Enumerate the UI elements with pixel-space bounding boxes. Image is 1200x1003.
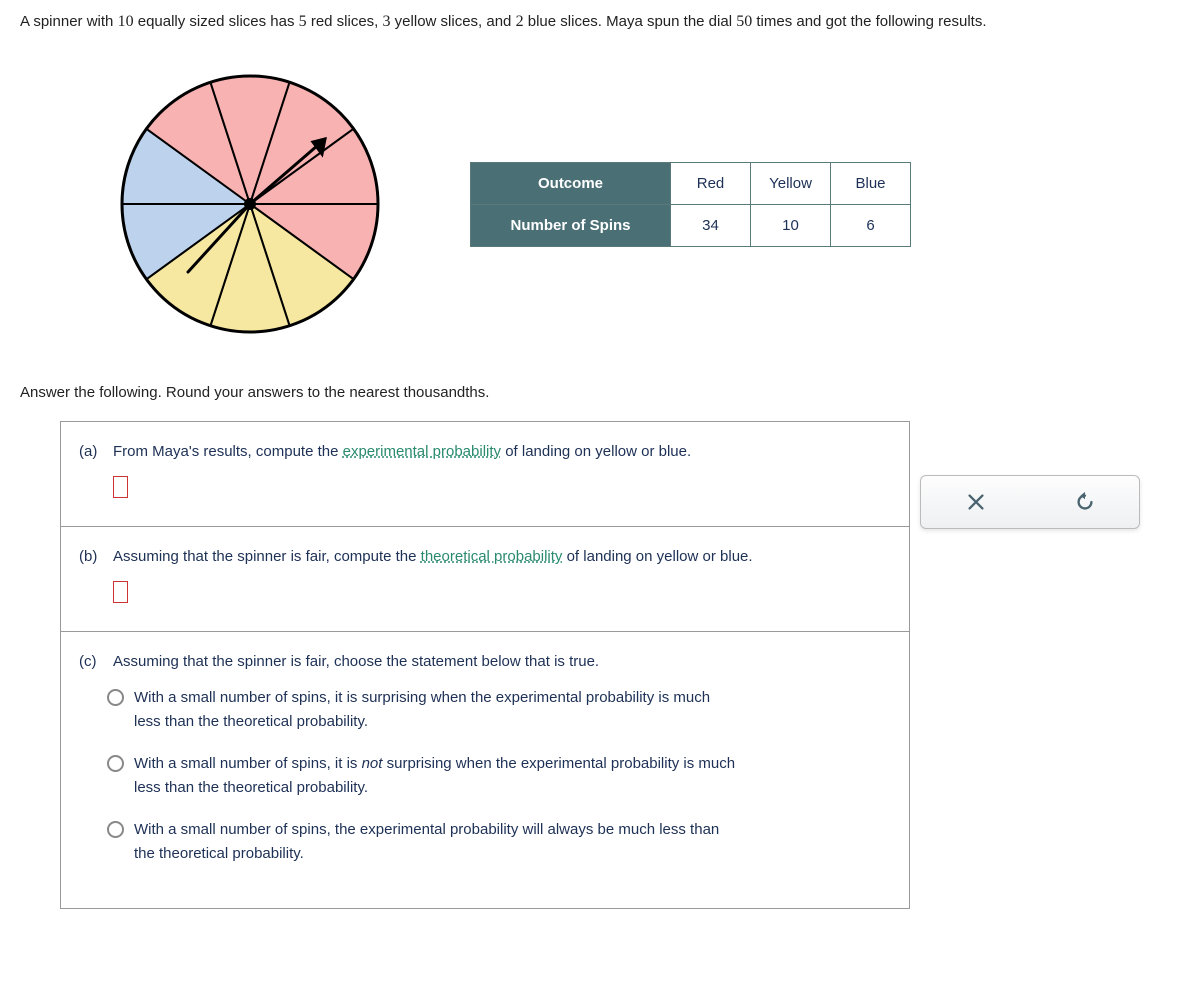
reset-button[interactable] [1065,482,1105,522]
answer-input-a[interactable] [113,476,128,498]
table-row: Outcome Red Yellow Blue [471,162,911,204]
outcome-red: Red [671,162,751,204]
option-3-line1: With a small number of spins, the experi… [134,821,719,838]
part-a: (a) From Maya's results, compute the exp… [61,422,909,527]
radio-icon [107,689,124,706]
close-icon [965,491,987,513]
part-a-text-before: From Maya's results, compute the [113,443,343,460]
part-a-text-after: of landing on yellow or blue. [501,443,691,460]
answer-container: (a) From Maya's results, compute the exp… [60,421,910,909]
part-c-letter: (c) [79,650,105,674]
clear-button[interactable] [956,482,996,522]
theoretical-probability-link[interactable]: theoretical probability [421,548,563,565]
radio-icon [107,821,124,838]
option-2-post: surprising when the experimental probabi… [382,755,735,772]
outcome-header: Outcome [471,162,671,204]
part-b-text-before: Assuming that the spinner is fair, compu… [113,548,421,565]
spins-blue: 6 [831,204,911,246]
problem-statement: A spinner with 10 equally sized slices h… [20,10,1180,34]
option-3-line2: the theoretical probability. [134,845,304,862]
option-1-line1: With a small number of spins, it is surp… [134,689,710,706]
outcome-yellow: Yellow [751,162,831,204]
table-row: Number of Spins 34 10 6 [471,204,911,246]
radio-option-1[interactable]: With a small number of spins, it is surp… [107,686,891,734]
outcome-blue: Blue [831,162,911,204]
part-b-text-after: of landing on yellow or blue. [562,548,752,565]
figure-and-table: Outcome Red Yellow Blue Number of Spins … [110,64,1180,344]
undo-icon [1074,491,1096,513]
results-table: Outcome Red Yellow Blue Number of Spins … [470,162,911,247]
radio-option-3[interactable]: With a small number of spins, the experi… [107,818,891,866]
spinner-svg [110,64,390,344]
part-b-letter: (b) [79,545,105,569]
radio-group-c: With a small number of spins, it is surp… [79,686,891,866]
option-2-line2: less than the theoretical probability. [134,779,368,796]
experimental-probability-link[interactable]: experimental probability [343,443,501,460]
answer-input-b[interactable] [113,581,128,603]
part-b: (b) Assuming that the spinner is fair, c… [61,527,909,632]
spinner-figure [110,64,390,344]
spins-header: Number of Spins [471,204,671,246]
part-c: (c) Assuming that the spinner is fair, c… [61,632,909,908]
spins-yellow: 10 [751,204,831,246]
option-2-em: not [362,755,383,772]
action-toolbar [920,475,1140,529]
option-1-line2: less than the theoretical probability. [134,713,368,730]
part-c-prompt: Assuming that the spinner is fair, choos… [113,650,599,674]
spins-red: 34 [671,204,751,246]
instruction-text: Answer the following. Round your answers… [20,384,1180,401]
option-2-pre: With a small number of spins, it is [134,755,362,772]
radio-option-2[interactable]: With a small number of spins, it is not … [107,752,891,800]
part-a-letter: (a) [79,440,105,464]
radio-icon [107,755,124,772]
